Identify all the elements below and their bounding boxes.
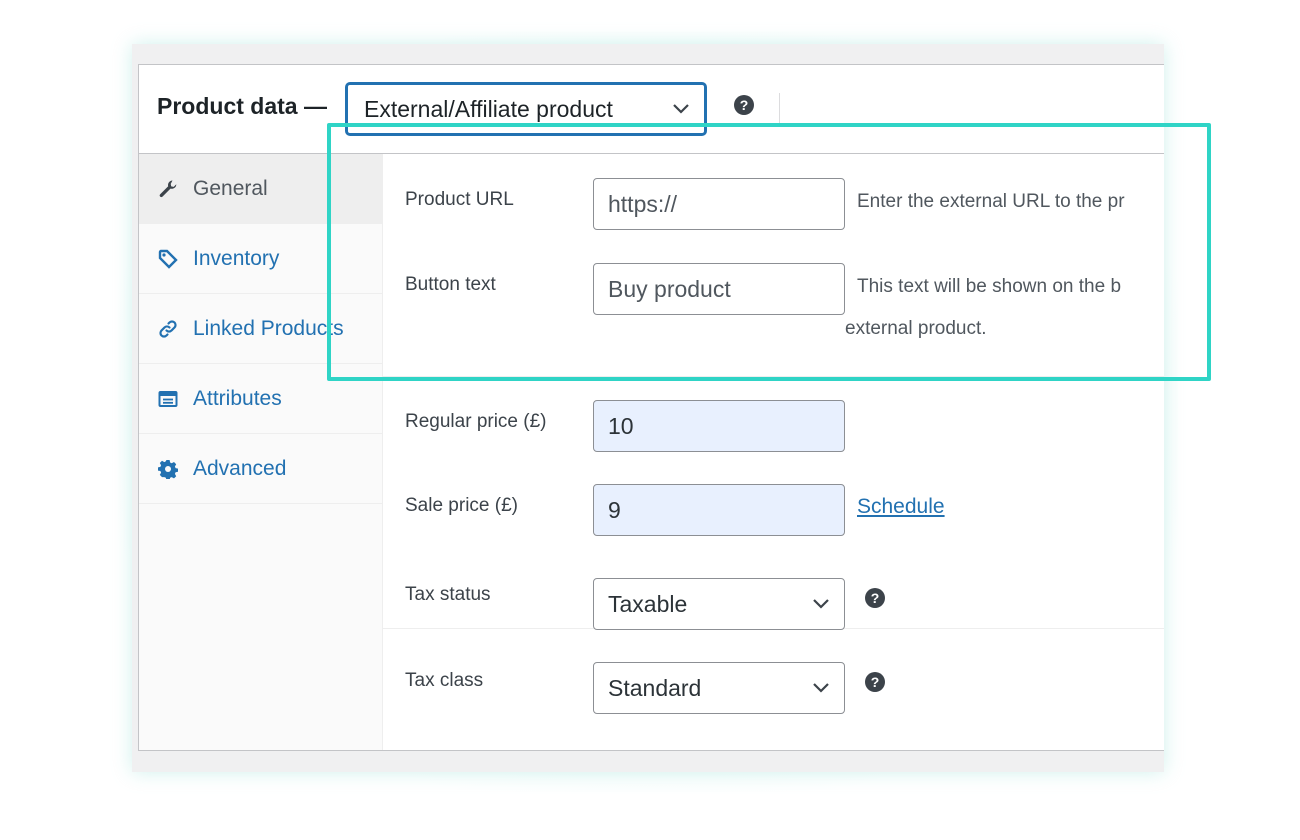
tab-label: Linked Products (193, 316, 344, 340)
regular-price-value: 10 (608, 412, 634, 439)
link-icon (157, 318, 179, 340)
tax-status-value: Taxable (608, 590, 688, 617)
help-icon[interactable]: ? (865, 672, 885, 692)
tax-class-value: Standard (608, 674, 702, 701)
chevron-down-icon (673, 104, 689, 114)
schedule-link[interactable]: Schedule (857, 495, 945, 519)
gear-icon (157, 458, 179, 480)
tag-icon (157, 248, 179, 270)
tax-group: Tax status Taxable ? Tax class Standard … (383, 578, 1164, 750)
tab-advanced[interactable]: Advanced (139, 434, 382, 504)
regular-price-label: Regular price (£) (405, 411, 547, 432)
sale-price-label: Sale price (£) (405, 495, 518, 516)
table-icon (157, 388, 179, 410)
tax-status-select[interactable]: Taxable (593, 578, 845, 630)
sale-price-input[interactable]: 9 (593, 484, 845, 536)
chevron-down-icon (813, 683, 829, 693)
regular-price-input[interactable]: 10 (593, 400, 845, 452)
help-icon[interactable]: ? (734, 95, 754, 115)
tax-status-label: Tax status (405, 584, 491, 605)
tab-label: General (193, 176, 268, 200)
chevron-down-icon (813, 599, 829, 609)
help-icon[interactable]: ? (865, 588, 885, 608)
panel-title: Product data — (157, 93, 327, 119)
tab-label: Inventory (193, 246, 280, 270)
sale-price-value: 9 (608, 496, 621, 523)
tax-class-select[interactable]: Standard (593, 662, 845, 714)
highlight-box (327, 123, 1211, 381)
tax-class-label: Tax class (405, 670, 484, 691)
header-divider (779, 93, 780, 123)
product-type-value: External/Affiliate product (364, 95, 613, 122)
wrench-icon (157, 178, 179, 200)
tab-label: Attributes (193, 386, 282, 410)
tab-label: Advanced (193, 456, 287, 480)
